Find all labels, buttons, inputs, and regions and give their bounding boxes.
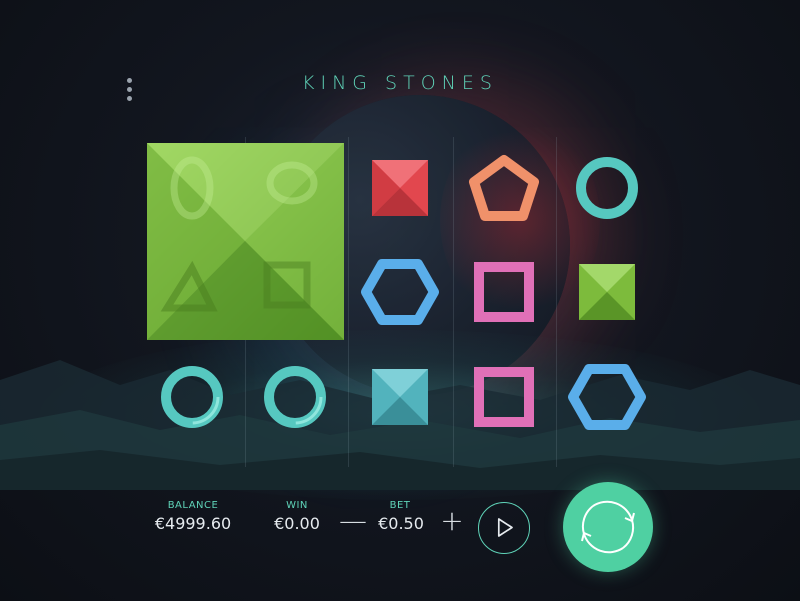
win-label: WIN: [286, 500, 308, 511]
bet-value: €0.50: [378, 514, 424, 533]
teal-square-symbol: [350, 347, 450, 447]
red-square-symbol: [350, 138, 450, 238]
play-icon: [497, 518, 513, 537]
green-square-symbol: [557, 242, 657, 342]
kebab-dot: [127, 87, 132, 92]
teal-ring-symbol: [245, 347, 345, 447]
spin-arrows-icon: [581, 500, 635, 554]
balance-value: €4999.60: [154, 514, 232, 533]
teal-ring-symbol: [142, 347, 242, 447]
balance-label: BALANCE: [167, 500, 219, 511]
bet-increase-button[interactable]: +: [440, 507, 464, 535]
bet-label: BET: [389, 500, 411, 511]
blue-hexagon-symbol: [350, 242, 450, 342]
kebab-dot: [127, 96, 132, 101]
big-green-square-symbol: [147, 143, 344, 340]
spin-button[interactable]: [563, 482, 653, 572]
blue-hexagon-symbol: [557, 347, 657, 447]
bet-decrease-button[interactable]: —: [339, 507, 367, 535]
kebab-menu-icon: [127, 78, 132, 83]
reel-divider: [348, 137, 349, 467]
autoplay-button[interactable]: [478, 502, 530, 554]
menu-button[interactable]: [118, 76, 142, 104]
orange-pentagon-symbol: [454, 138, 554, 238]
pink-square-frame-symbol: [454, 347, 554, 447]
win-value: €0.00: [274, 514, 320, 533]
pink-square-frame-symbol: [454, 242, 554, 342]
game-title: KING STONES: [302, 72, 498, 94]
teal-ring-symbol: [557, 138, 657, 238]
